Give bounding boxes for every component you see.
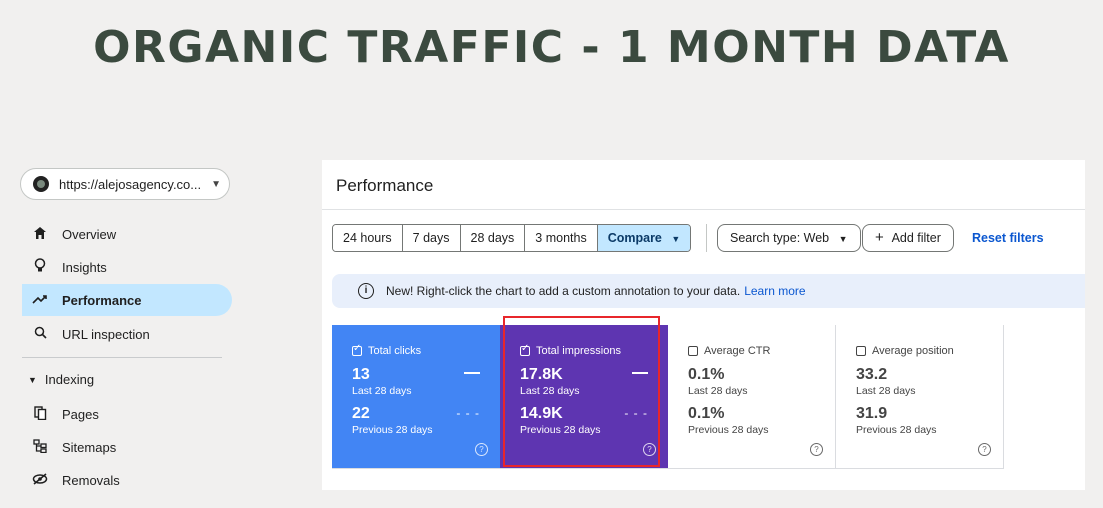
help-icon[interactable]: ? xyxy=(810,443,823,456)
sidebar-item-url-inspection[interactable]: URL inspection xyxy=(22,318,232,350)
metric-previous-value: 0.1% xyxy=(688,405,725,422)
sidebar-divider xyxy=(22,357,222,358)
range-3-months[interactable]: 3 months xyxy=(525,225,598,251)
bulb-icon xyxy=(30,258,50,276)
sidebar-item-label: Insights xyxy=(62,259,107,275)
metric-current-period: Last 28 days xyxy=(688,385,748,397)
sidebar-item-pages[interactable]: Pages xyxy=(22,398,232,430)
sidebar: https://alejosagency.co... ▼ Overview In… xyxy=(18,160,236,490)
sidebar-item-overview[interactable]: Overview xyxy=(22,218,232,250)
sidebar-item-label: Removals xyxy=(62,472,120,488)
sidebar-item-label: Sitemaps xyxy=(62,439,117,455)
date-range-selector: 24 hours 7 days 28 days 3 months Compare… xyxy=(332,224,692,252)
plus-icon: + xyxy=(875,229,884,246)
metric-current-value: 33.2 xyxy=(856,366,888,383)
sitemap-icon xyxy=(30,438,50,456)
learn-more-link[interactable]: Learn more xyxy=(744,284,805,298)
add-filter-label: Add filter xyxy=(891,231,941,245)
compare-button[interactable]: Compare ▼ xyxy=(597,225,691,251)
metric-label: Total clicks xyxy=(368,345,422,357)
home-icon xyxy=(30,226,50,243)
range-24-hours[interactable]: 24 hours xyxy=(333,225,403,251)
property-selector[interactable]: https://alejosagency.co... ▼ xyxy=(20,168,230,200)
metric-current-value: 13 xyxy=(352,366,370,383)
sidebar-item-label: Pages xyxy=(62,406,99,422)
header-divider xyxy=(322,209,1085,210)
dashed-line-legend-icon: - - - xyxy=(456,406,480,420)
chevron-down-icon: ▼ xyxy=(671,234,681,244)
metric-cards: Total clicks 13 Last 28 days 22 Previous… xyxy=(332,325,1004,468)
metric-current-value: 0.1% xyxy=(688,366,725,383)
sidebar-item-label: URL inspection xyxy=(62,326,150,342)
highlight-box xyxy=(503,316,660,467)
checkbox-icon[interactable] xyxy=(856,346,866,356)
main-panel: Performance 24 hours 7 days 28 days 3 mo… xyxy=(322,160,1085,490)
sidebar-item-removals[interactable]: Removals xyxy=(22,464,232,496)
trend-icon xyxy=(30,292,50,308)
page-title: Performance xyxy=(336,176,434,195)
metric-previous-value: 31.9 xyxy=(856,405,888,422)
sidebar-section-indexing[interactable]: ▼ Indexing xyxy=(28,372,94,387)
section-label: Indexing xyxy=(44,372,95,387)
metric-card-average-position[interactable]: Average position 33.2 Last 28 days 31.9 … xyxy=(836,325,1004,468)
metric-label: Average position xyxy=(872,345,954,357)
metric-card-total-clicks[interactable]: Total clicks 13 Last 28 days 22 Previous… xyxy=(332,325,500,468)
help-icon[interactable]: ? xyxy=(978,443,991,456)
sidebar-item-insights[interactable]: Insights xyxy=(22,251,232,283)
chevron-down-icon: ▼ xyxy=(838,234,848,244)
property-url: https://alejosagency.co... xyxy=(59,176,202,192)
search-type-label: Search type: Web xyxy=(730,231,830,245)
cards-divider xyxy=(332,468,1004,469)
info-icon: i xyxy=(358,283,374,299)
annotation-banner: i New! Right-click the chart to add a cu… xyxy=(332,274,1085,308)
metric-current-period: Last 28 days xyxy=(856,385,916,397)
checkbox-icon[interactable] xyxy=(688,346,698,356)
metric-previous-period: Previous 28 days xyxy=(352,424,433,436)
checkbox-icon[interactable] xyxy=(352,343,362,356)
metric-card-average-ctr[interactable]: Average CTR 0.1% Last 28 days 0.1% Previ… xyxy=(668,325,836,468)
chevron-down-icon: ▼ xyxy=(211,178,222,190)
metric-label: Average CTR xyxy=(704,345,771,357)
page-headline: ORGANIC TRAFFIC - 1 MONTH DATA xyxy=(93,22,1010,73)
metric-previous-period: Previous 28 days xyxy=(856,424,937,436)
sidebar-item-label: Performance xyxy=(62,292,142,308)
range-28-days[interactable]: 28 days xyxy=(460,225,526,251)
add-filter-button[interactable]: + Add filter xyxy=(862,224,954,252)
reset-filters-link[interactable]: Reset filters xyxy=(972,231,1044,245)
pages-icon xyxy=(30,405,50,423)
solid-line-legend-icon xyxy=(464,372,480,374)
banner-text: New! Right-click the chart to add a cust… xyxy=(386,284,741,298)
toolbar-separator xyxy=(706,224,707,252)
compare-label: Compare xyxy=(607,231,662,245)
range-7-days[interactable]: 7 days xyxy=(402,225,461,251)
sidebar-item-performance[interactable]: Performance xyxy=(22,284,232,316)
help-icon[interactable]: ? xyxy=(475,443,488,456)
search-type-filter[interactable]: Search type: Web ▼ xyxy=(717,224,861,252)
metric-current-period: Last 28 days xyxy=(352,385,412,397)
removals-icon xyxy=(30,472,50,488)
metric-previous-period: Previous 28 days xyxy=(688,424,769,436)
sidebar-item-label: Overview xyxy=(62,226,117,242)
search-icon xyxy=(30,326,50,342)
sidebar-item-sitemaps[interactable]: Sitemaps xyxy=(22,431,232,463)
caret-down-icon: ▼ xyxy=(28,374,37,385)
site-logo-icon xyxy=(33,176,49,192)
